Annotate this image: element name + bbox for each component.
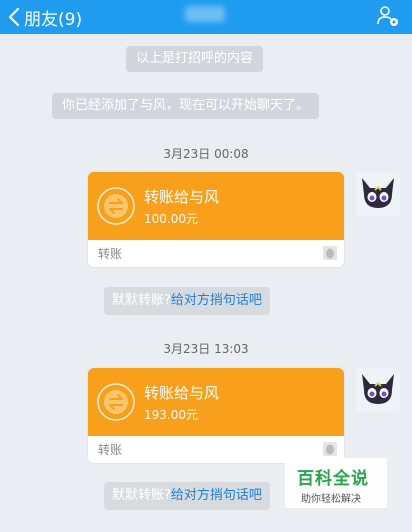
hint-question: 默默转账? (112, 488, 171, 503)
transfer-hint: 默默转账?给对方捎句话吧 (104, 287, 270, 315)
transfer-coin-icon (97, 187, 135, 225)
avatar[interactable] (356, 368, 400, 412)
back-label: 朋友(9) (24, 9, 83, 30)
transfer-card-footer: 转账 (88, 240, 344, 267)
chevron-left-icon (8, 7, 20, 27)
nav-bar: 朋友(9) (0, 0, 412, 34)
watermark-title: 百科全说 (297, 469, 369, 489)
watermark-subtitle: 助你轻松解决 (301, 494, 361, 505)
transfer-card[interactable]: 转账给与风 100.00元 转账 (88, 172, 344, 267)
qq-penguin-icon (323, 442, 337, 456)
transfer-label: 转账 (98, 443, 123, 457)
blurred-title (185, 6, 225, 22)
hint-link[interactable]: 给对方捎句话吧 (171, 488, 262, 503)
transfer-amount: 100.00元 (144, 212, 198, 226)
transfer-coin-icon (97, 383, 135, 421)
hint-question: 默默转账? (112, 293, 171, 308)
qq-penguin-icon (323, 246, 337, 260)
profile-settings-icon[interactable] (376, 4, 400, 28)
timestamp: 3月23日 00:08 (163, 147, 249, 161)
back-button[interactable]: 朋友(9) (8, 4, 82, 30)
black-cat-avatar-icon (356, 368, 400, 412)
black-cat-avatar-icon (356, 172, 400, 216)
system-note-greeting: 以上是打招呼的内容 (126, 46, 264, 72)
transfer-hint: 默默转账?给对方捎句话吧 (104, 482, 270, 510)
transfer-title: 转账给与风 (144, 188, 220, 206)
watermark: 百科全说 助你轻松解决 (285, 458, 387, 508)
timestamp: 3月23日 13:03 (163, 342, 249, 356)
avatar[interactable] (356, 172, 400, 216)
transfer-label: 转账 (98, 247, 123, 261)
system-note-added: 你已经添加了与风，现在可以开始聊天了。 (52, 93, 320, 119)
transfer-title: 转账给与风 (144, 384, 220, 402)
transfer-amount: 193.00元 (144, 408, 198, 422)
transfer-card-header: 转账给与风 100.00元 (88, 172, 344, 240)
transfer-card[interactable]: 转账给与风 193.00元 转账 (88, 368, 344, 463)
hint-link[interactable]: 给对方捎句话吧 (171, 293, 262, 308)
transfer-card-header: 转账给与风 193.00元 (88, 368, 344, 436)
